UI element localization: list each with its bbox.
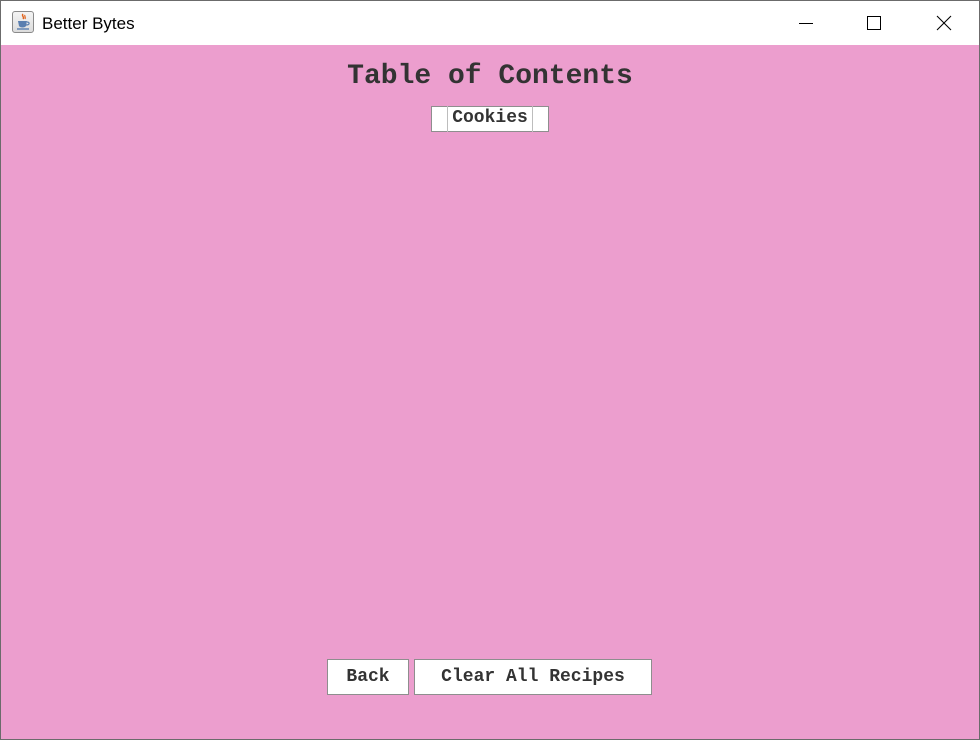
recipe-button-cookies[interactable]: Cookies bbox=[431, 106, 549, 132]
close-button[interactable] bbox=[921, 1, 967, 45]
minimize-icon bbox=[799, 23, 813, 24]
maximize-button[interactable] bbox=[851, 1, 897, 45]
title-bar[interactable]: Better Bytes bbox=[1, 1, 979, 45]
close-icon bbox=[936, 15, 952, 31]
minimize-button[interactable] bbox=[783, 1, 829, 45]
page-title: Table of Contents bbox=[347, 61, 633, 92]
clear-all-recipes-button[interactable]: Clear All Recipes bbox=[414, 659, 652, 695]
main-panel: Table of Contents Cookies Back Clear All… bbox=[1, 45, 979, 739]
window-title: Better Bytes bbox=[42, 14, 135, 33]
app-window: Better Bytes Table of Contents Cookies B… bbox=[0, 0, 980, 740]
recipe-button-label: Cookies bbox=[447, 106, 533, 132]
java-cup-icon bbox=[12, 11, 34, 33]
maximize-icon bbox=[867, 16, 881, 30]
back-button[interactable]: Back bbox=[327, 659, 409, 695]
